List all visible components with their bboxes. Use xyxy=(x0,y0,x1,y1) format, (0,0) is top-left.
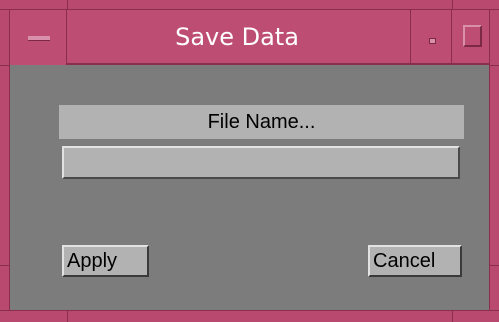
window-frame-right[interactable] xyxy=(489,10,499,322)
maximize-button[interactable] xyxy=(452,10,489,65)
frame-corner-mark xyxy=(67,310,68,322)
frame-corner-mark xyxy=(489,265,499,266)
frame-corner-mark xyxy=(0,65,10,66)
minimize-button[interactable] xyxy=(410,10,452,65)
frame-corner-mark xyxy=(452,310,453,322)
file-name-input[interactable] xyxy=(62,146,460,179)
frame-corner-mark xyxy=(0,265,10,266)
apply-button[interactable]: Apply xyxy=(62,245,149,277)
window-frame-bottom[interactable] xyxy=(0,310,499,322)
frame-corner-mark xyxy=(452,0,453,10)
window-frame-top[interactable] xyxy=(0,0,499,10)
file-name-label: File Name... xyxy=(59,105,464,139)
cancel-button[interactable]: Cancel xyxy=(368,245,462,277)
window-frame-left[interactable] xyxy=(0,10,10,322)
dialog-body: File Name... Apply Cancel xyxy=(10,65,489,310)
window-menu-icon xyxy=(28,36,50,41)
save-data-window: Save Data File Name... Apply Cancel xyxy=(0,0,499,322)
frame-corner-mark xyxy=(489,65,499,66)
frame-corner-mark xyxy=(67,0,68,10)
window-title: Save Data xyxy=(175,23,299,51)
maximize-icon xyxy=(463,25,482,47)
minimize-icon xyxy=(429,38,436,44)
window-menu-button[interactable] xyxy=(10,10,67,65)
